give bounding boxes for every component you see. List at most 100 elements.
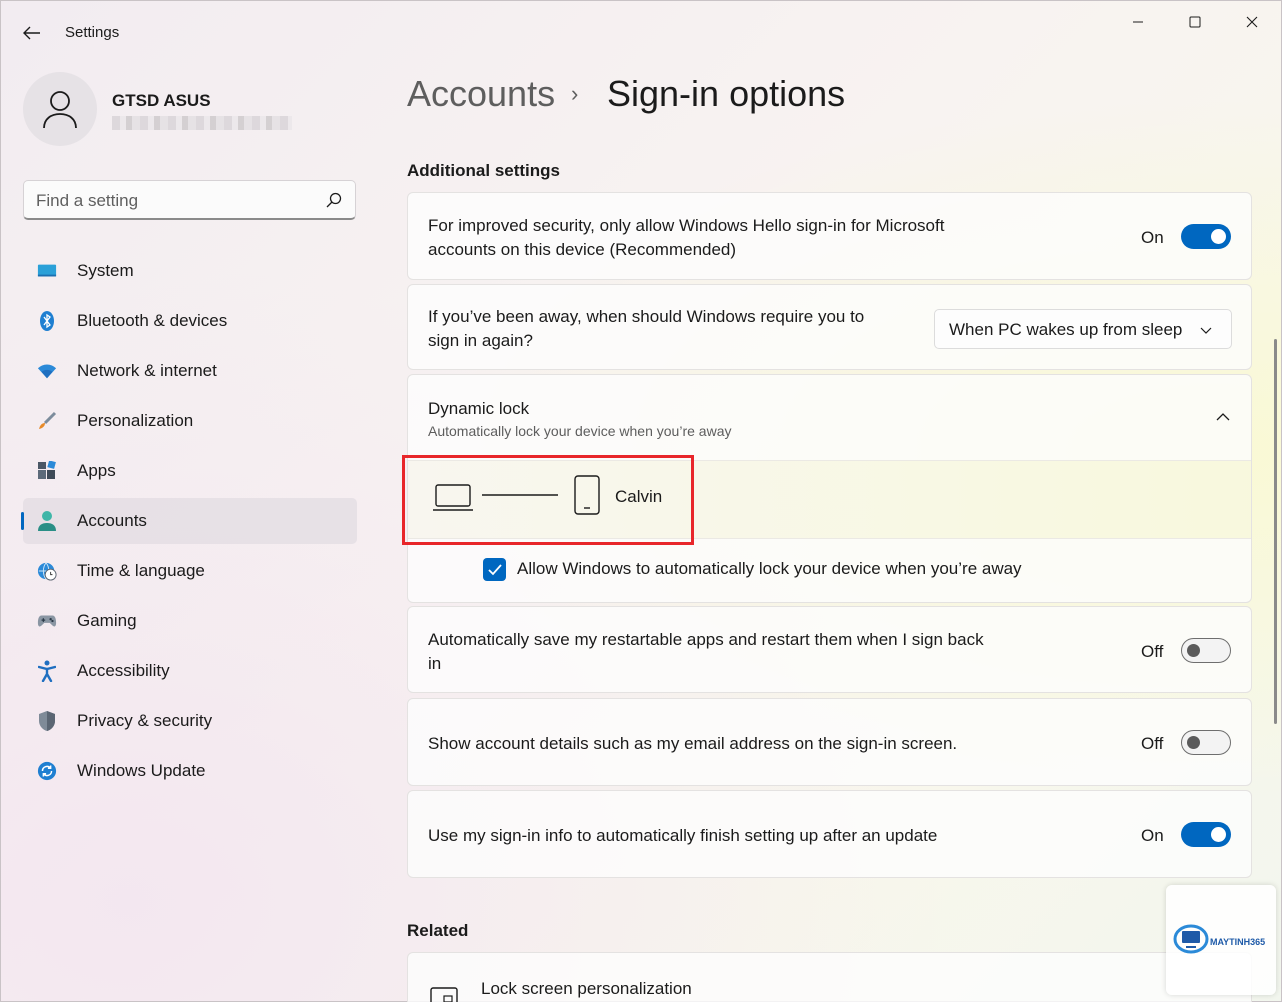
apps-icon [37, 461, 57, 481]
sidebar-item-label: Gaming [77, 611, 137, 630]
brush-icon [37, 411, 57, 431]
breadcrumb-accounts[interactable]: Accounts [407, 73, 555, 115]
toggle-state-label: Off [1141, 642, 1164, 661]
setting-label: Show account details such as my email ad… [428, 734, 958, 753]
setting-label-line: If you’ve been away, when should Windows… [428, 307, 865, 326]
sidebar-item-accessibility[interactable]: Accessibility [23, 648, 357, 694]
section-title-related: Related [407, 921, 469, 940]
sidebar-item-bluetooth[interactable]: Bluetooth & devices [23, 298, 357, 344]
setting-label-line: Automatically save my restartable apps a… [428, 630, 984, 649]
globe-logo-icon [1173, 924, 1209, 954]
setting-dynamic-lock: Dynamic lock Automatically lock your dev… [402, 374, 1252, 603]
sidebar-item-label: Bluetooth & devices [77, 311, 228, 330]
dynamic-lock-checkbox[interactable] [483, 558, 506, 581]
dynamic-lock-subtitle: Automatically lock your device when you’… [428, 423, 732, 439]
setting-label: For improved security, only allow Window… [428, 214, 944, 262]
sidebar-item-label: Network & internet [77, 361, 217, 380]
settings-window: Settings GTSD ASUS System Bluetooth & de… [0, 0, 1282, 1002]
sidebar-item-label: System [77, 261, 134, 280]
accessibility-icon [37, 660, 57, 682]
toggle-state-label: On [1141, 826, 1164, 845]
sidebar-item-personalization[interactable]: Personalization [23, 398, 357, 444]
minimize-button[interactable] [1115, 7, 1161, 37]
sidebar-item-label: Apps [77, 461, 116, 480]
toggle-knob [1187, 644, 1200, 657]
breadcrumb-separator: › [571, 81, 579, 106]
monitor-icon [37, 261, 57, 281]
scrollbar[interactable] [1274, 339, 1277, 724]
setting-restart-apps: Automatically save my restartable apps a… [407, 606, 1252, 693]
sidebar-item-gaming[interactable]: Gaming [23, 598, 357, 644]
dropdown-value: When PC wakes up from sleep [949, 320, 1183, 339]
back-button[interactable] [15, 19, 49, 47]
app-title: Settings [65, 24, 120, 41]
connection-line [482, 494, 558, 496]
maximize-button[interactable] [1172, 7, 1218, 37]
phone-icon [574, 475, 600, 515]
lock-screen-icon [430, 987, 458, 1002]
signin-info-toggle[interactable] [1181, 822, 1231, 847]
setting-label-line: in [428, 654, 442, 673]
profile-email-redacted [112, 116, 292, 130]
checkmark-icon [487, 563, 502, 575]
toggle-knob [1211, 229, 1226, 244]
avatar[interactable] [23, 72, 97, 146]
arrow-left-icon [23, 26, 40, 40]
hello-only-toggle[interactable] [1181, 224, 1231, 249]
watermark-logo: MAYTINH365 [1166, 885, 1276, 995]
section-title-additional: Additional settings [407, 161, 560, 180]
search-box[interactable] [23, 180, 356, 220]
shield-icon [37, 711, 57, 731]
toggle-knob [1211, 827, 1226, 842]
related-lock-screen-label: Lock screen personalization [481, 979, 692, 998]
maximize-icon [1189, 16, 1201, 28]
toggle-knob [1187, 736, 1200, 749]
sidebar-item-time-language[interactable]: Time & language [23, 548, 357, 594]
dynamic-lock-checkbox-row: Allow Windows to automatically lock your… [408, 539, 1251, 603]
sidebar-item-label: Time & language [77, 561, 205, 580]
sidebar-item-label: Privacy & security [77, 711, 213, 730]
sidebar-item-label: Accounts [77, 511, 147, 530]
toggle-state-label: Off [1141, 734, 1164, 753]
chevron-down-icon [1200, 327, 1212, 334]
close-button[interactable] [1229, 7, 1275, 37]
dynamic-lock-title[interactable]: Dynamic lock [428, 399, 529, 419]
sidebar-item-system[interactable]: System [23, 248, 357, 294]
account-details-toggle[interactable] [1181, 730, 1231, 755]
update-icon [37, 761, 57, 781]
paired-device-row: Calvin [402, 455, 1251, 545]
setting-label-line: For improved security, only allow Window… [428, 216, 945, 235]
paired-device-name: Calvin [615, 487, 663, 506]
search-input[interactable] [36, 190, 316, 212]
title-bar: Settings [1, 1, 1281, 63]
page-title: Sign-in options [607, 73, 846, 114]
setting-signin-info: Use my sign-in info to automatically fin… [407, 790, 1252, 878]
gamepad-icon [37, 611, 57, 631]
sidebar-item-windows-update[interactable]: Windows Update [23, 748, 357, 794]
profile-name: GTSD ASUS [112, 91, 211, 110]
sidebar-item-apps[interactable]: Apps [23, 448, 357, 494]
sidebar-nav: System Bluetooth & devices Network & int… [21, 248, 357, 798]
user-icon [43, 91, 77, 129]
require-signin-dropdown[interactable]: When PC wakes up from sleep [934, 309, 1232, 349]
checkbox-label: Allow Windows to automatically lock your… [517, 559, 1022, 578]
setting-hello-only: For improved security, only allow Window… [407, 192, 1252, 280]
restart-apps-toggle[interactable] [1181, 638, 1231, 663]
minimize-icon [1133, 21, 1143, 23]
laptop-icon [433, 484, 473, 511]
related-lock-screen[interactable]: Lock screen personalization [407, 952, 1252, 1002]
sidebar-item-accounts[interactable]: Accounts [21, 498, 357, 544]
setting-label-line: sign in again? [428, 331, 533, 350]
toggle-state-label: On [1141, 228, 1164, 247]
person-icon [37, 511, 57, 531]
sidebar-item-privacy[interactable]: Privacy & security [23, 698, 357, 744]
setting-require-signin: If you’ve been away, when should Windows… [407, 284, 1252, 370]
globe-clock-icon [37, 561, 57, 581]
setting-account-details: Show account details such as my email ad… [407, 698, 1252, 786]
sidebar-item-label: Windows Update [77, 761, 206, 780]
sidebar-item-network[interactable]: Network & internet [23, 348, 357, 394]
chevron-up-icon[interactable] [1215, 409, 1231, 425]
setting-label: Use my sign-in info to automatically fin… [428, 826, 938, 845]
search-icon[interactable] [325, 191, 343, 209]
setting-label-line: accounts on this device (Recommended) [428, 240, 737, 259]
